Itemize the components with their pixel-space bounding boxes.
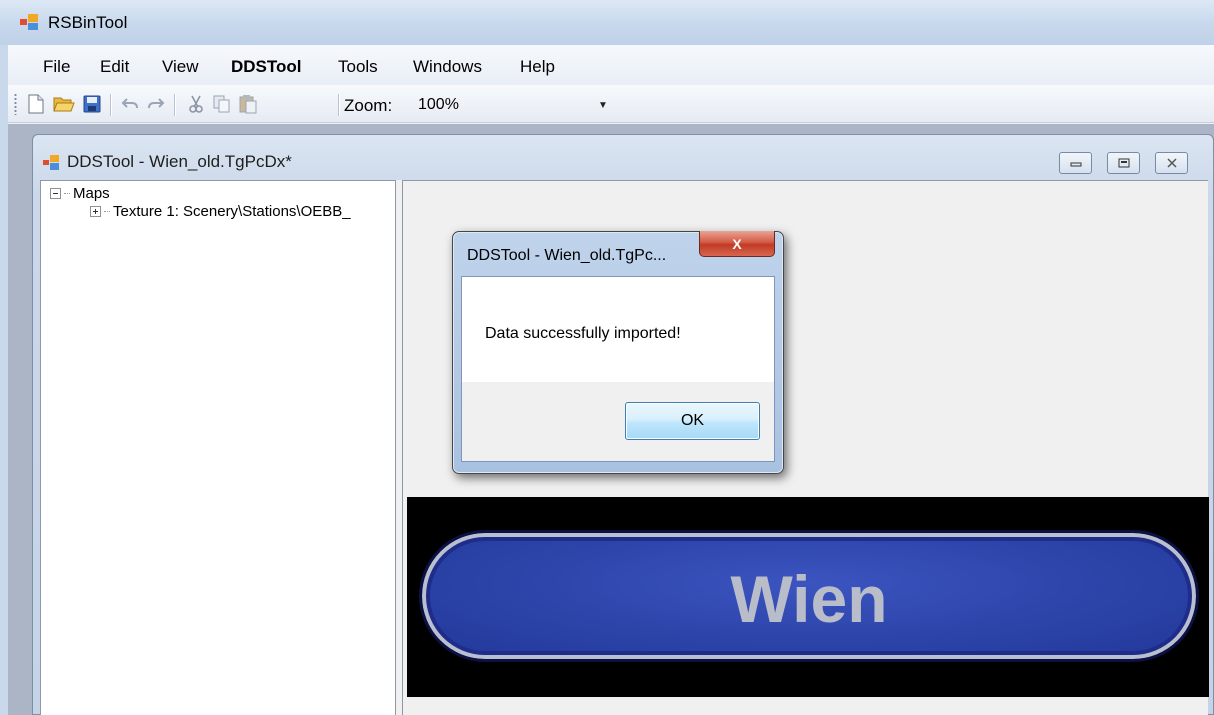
copy-icon [213,95,230,113]
ok-button[interactable]: OK [625,402,760,440]
chevron-down-icon[interactable]: ▼ [594,100,612,111]
dialog-body: Data successfully imported! OK [461,276,775,462]
main-title-bar[interactable]: RSBinTool [0,0,1214,45]
app-icon [20,14,38,30]
child-window-icon [43,155,59,170]
station-sign-text: Wien [730,562,888,636]
paste-button[interactable] [236,92,260,116]
open-folder-icon [53,97,75,112]
minimize-icon [1070,162,1081,167]
toolbar-separator [174,94,175,116]
tree-connector [104,211,110,212]
restore-button[interactable] [1107,152,1140,174]
menu-bar: File Edit View DDSTool Tools Windows Hel… [8,45,1214,85]
tree-node-maps-label: Maps [73,185,110,202]
expand-icon[interactable] [90,206,101,217]
tree-node-texture-1-label: Texture 1: Scenery\Stations\OEBB_ [113,203,351,220]
toolbar-separator [110,94,111,116]
zoom-combobox[interactable]: 100% ▼ [414,94,612,116]
menu-view[interactable]: View [162,57,199,77]
cut-button[interactable] [184,92,208,116]
save-button[interactable] [80,92,104,116]
new-file-button[interactable] [24,92,48,116]
open-button[interactable] [52,92,76,116]
undo-icon [121,98,138,109]
close-icon [1166,158,1177,168]
new-file-icon [28,94,44,114]
toolbar-grip[interactable] [14,93,17,115]
tree-connector [64,193,70,194]
restore-icon [1118,158,1129,168]
menu-tools[interactable]: Tools [338,57,378,77]
close-button[interactable] [1155,152,1188,174]
tree-node-maps[interactable]: Maps [50,185,110,202]
station-sign: Wien [419,530,1199,662]
menu-edit[interactable]: Edit [100,57,129,77]
maps-tree-view[interactable]: Maps Texture 1: Scenery\Stations\OEBB_ [40,180,396,715]
menu-windows[interactable]: Windows [413,57,482,77]
app-title: RSBinTool [48,13,128,32]
menu-ddstool[interactable]: DDSTool [231,57,302,77]
message-dialog: DDSTool - Wien_old.TgPc... X Data succes… [452,231,784,474]
paste-icon [239,95,257,114]
dialog-close-button[interactable]: X [699,231,775,257]
menu-file[interactable]: File [43,57,70,77]
collapse-icon[interactable] [50,188,61,199]
menu-help[interactable]: Help [520,57,555,77]
undo-button[interactable] [118,92,142,116]
child-window-title: DDSTool - Wien_old.TgPcDx* [67,152,292,171]
texture-image: Wien [407,497,1209,697]
save-icon [83,95,101,113]
cut-icon [189,95,203,113]
minimize-button[interactable] [1059,152,1092,174]
zoom-label: Zoom: [344,96,393,115]
redo-button[interactable] [144,92,168,116]
zoom-value: 100% [418,96,459,113]
tree-node-texture-1[interactable]: Texture 1: Scenery\Stations\OEBB_ [90,203,351,220]
dialog-message: Data successfully imported! [485,325,681,342]
toolbar-separator [338,94,339,116]
dialog-title: DDSTool - Wien_old.TgPc... [467,247,667,264]
dialog-message-area: Data successfully imported! [462,277,774,382]
copy-button[interactable] [210,92,234,116]
redo-icon [148,98,165,109]
close-icon: X [732,235,742,252]
toolbar: Zoom: 100% ▼ [8,85,1214,123]
